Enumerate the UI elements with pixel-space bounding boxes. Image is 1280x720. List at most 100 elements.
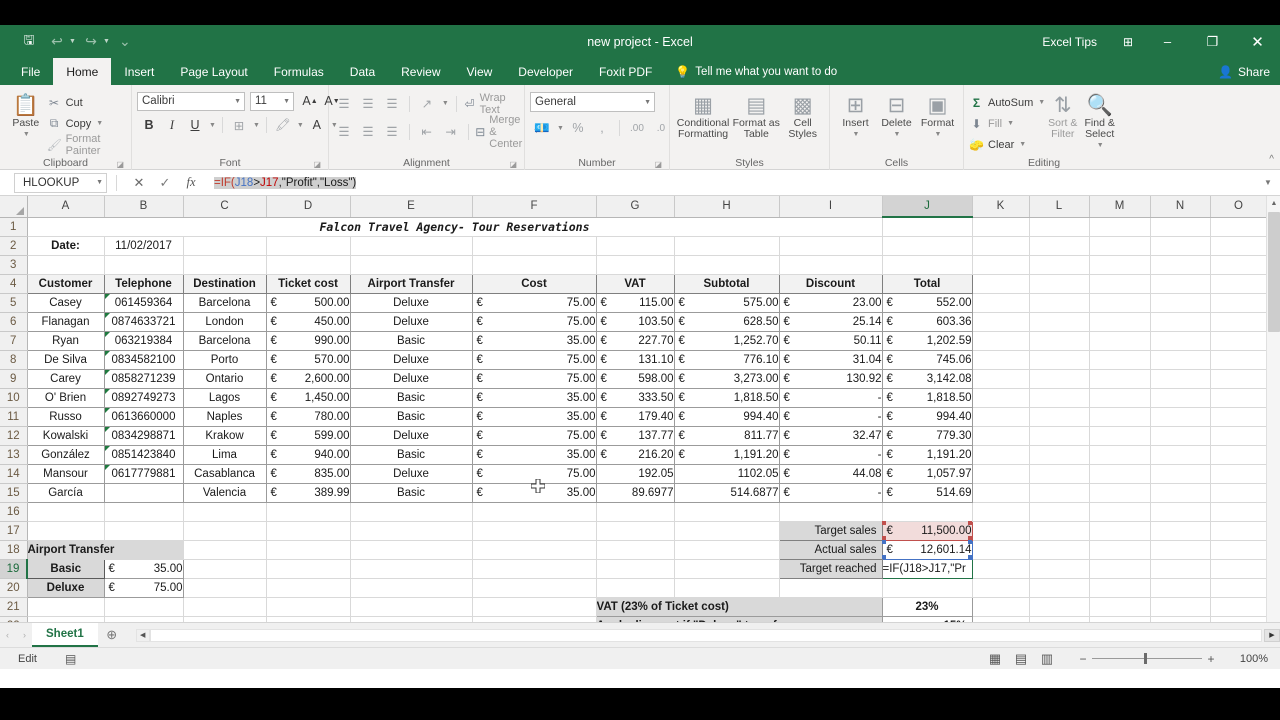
tell-me-search[interactable]: 💡 Tell me what you want to do xyxy=(665,58,847,85)
cell-I2[interactable] xyxy=(779,236,883,256)
cell-O9[interactable] xyxy=(1210,369,1268,389)
cell-telephone-7[interactable]: 063219384 xyxy=(103,330,184,351)
cell-M12[interactable] xyxy=(1089,426,1151,446)
cell-G2[interactable] xyxy=(596,236,675,256)
font-size-input[interactable]: 11 ▼ xyxy=(250,91,294,111)
insert-cells-button[interactable]: ⊞ Insert ▼ xyxy=(835,90,876,140)
cell-O2[interactable] xyxy=(1210,236,1268,256)
cell-A3[interactable] xyxy=(27,255,105,275)
add-sheet-icon[interactable]: ⊕ xyxy=(98,623,126,647)
normal-view-icon[interactable]: ▦ xyxy=(982,649,1008,669)
conditional-formatting-button[interactable]: ▦ Conditional Formatting xyxy=(675,90,731,140)
column-header-O[interactable]: O xyxy=(1210,196,1268,218)
cell-destination-5[interactable]: Barcelona xyxy=(182,292,267,313)
cell-L5[interactable] xyxy=(1029,293,1090,313)
column-header-K[interactable]: K xyxy=(972,196,1030,218)
cell-O7[interactable] xyxy=(1210,331,1268,351)
cell-discount-13[interactable]: € - xyxy=(778,444,883,465)
cell-subtotal-15[interactable]: 514.6877 xyxy=(673,482,780,503)
cell-K18[interactable] xyxy=(972,540,1030,560)
table-header-B[interactable]: Telephone xyxy=(103,273,184,294)
column-header-N[interactable]: N xyxy=(1150,196,1211,218)
cell-K20[interactable] xyxy=(972,578,1030,598)
align-center-icon[interactable]: ☰ xyxy=(358,122,378,142)
number-dialog-launcher-icon[interactable]: ◪ xyxy=(654,160,662,169)
cell-K12[interactable] xyxy=(972,426,1030,446)
cell-L12[interactable] xyxy=(1029,426,1090,446)
row-header-22[interactable]: 22 xyxy=(0,616,28,622)
page-break-view-icon[interactable]: ▥ xyxy=(1034,649,1060,669)
actual-sales-value-handle[interactable] xyxy=(882,540,886,544)
cell-customer-13[interactable]: González xyxy=(26,444,105,465)
cell-O13[interactable] xyxy=(1210,445,1268,465)
undo-dropdown-icon[interactable]: ▼ xyxy=(69,38,76,45)
cell-N14[interactable] xyxy=(1150,464,1211,484)
cell-M17[interactable] xyxy=(1089,521,1151,541)
row-header-10[interactable]: 10 xyxy=(0,388,28,408)
cell-cost-9[interactable]: €75.00 xyxy=(471,368,597,389)
clipboard-dialog-launcher-icon[interactable]: ◪ xyxy=(116,160,124,169)
cell-K2[interactable] xyxy=(972,236,1030,256)
cell-C22[interactable] xyxy=(183,616,267,622)
insert-dropdown-icon[interactable]: ▼ xyxy=(853,129,860,140)
cell-airport-transfer-5[interactable]: Deluxe xyxy=(349,292,473,313)
scroll-up-icon[interactable]: ▲ xyxy=(1267,196,1280,211)
column-header-F[interactable]: F xyxy=(472,196,597,218)
table-header-E[interactable]: Airport Transfer xyxy=(349,273,473,294)
cell-O11[interactable] xyxy=(1210,407,1268,427)
cell-D16[interactable] xyxy=(266,502,351,522)
cell-C17[interactable] xyxy=(183,521,267,541)
cell-M22[interactable] xyxy=(1089,616,1151,622)
cell-N16[interactable] xyxy=(1150,502,1211,522)
restore-button[interactable]: ❐ xyxy=(1190,25,1235,58)
tab-page-layout[interactable]: Page Layout xyxy=(167,58,260,85)
cell-N22[interactable] xyxy=(1150,616,1211,622)
cell-N19[interactable] xyxy=(1150,559,1211,579)
cell-total-8[interactable]: €745.06 xyxy=(881,349,973,370)
cell-F3[interactable] xyxy=(472,255,597,275)
cell-O14[interactable] xyxy=(1210,464,1268,484)
cell-M9[interactable] xyxy=(1089,369,1151,389)
cell-airport-transfer-11[interactable]: Basic xyxy=(349,406,473,427)
target-reached-label[interactable]: Target reached xyxy=(778,558,883,579)
cell-discount-14[interactable]: €44.08 xyxy=(778,463,883,484)
cell-cost-7[interactable]: €35.00 xyxy=(471,330,597,351)
cell-O10[interactable] xyxy=(1210,388,1268,408)
cell-total-10[interactable]: €1,818.50 xyxy=(881,387,973,408)
cell-H20[interactable] xyxy=(674,578,780,598)
table-header-D[interactable]: Ticket cost xyxy=(265,273,351,294)
cell-N11[interactable] xyxy=(1150,407,1211,427)
cell-styles-button[interactable]: ▩ Cell Styles xyxy=(781,90,824,140)
enter-formula-button[interactable]: ✓ xyxy=(152,173,178,193)
font-dialog-launcher-icon[interactable]: ◪ xyxy=(313,160,321,169)
orientation-icon[interactable]: ↗ xyxy=(417,94,437,114)
cell-K15[interactable] xyxy=(972,483,1030,503)
cell-discount-15[interactable]: € - xyxy=(778,482,883,503)
cell-N13[interactable] xyxy=(1150,445,1211,465)
lookup-title[interactable]: Airport Transfer xyxy=(27,540,184,560)
cell-vat-7[interactable]: €227.70 xyxy=(595,330,675,351)
cell-O5[interactable] xyxy=(1210,293,1268,313)
cell-L4[interactable] xyxy=(1029,274,1090,294)
paste-button[interactable]: 📋 Paste ▼ xyxy=(5,90,47,140)
select-all-corner[interactable] xyxy=(0,196,28,218)
tab-home[interactable]: Home xyxy=(53,58,112,85)
row-header-9[interactable]: 9 xyxy=(0,369,28,389)
cell-G17[interactable] xyxy=(596,521,675,541)
cell-total-14[interactable]: €1,057.97 xyxy=(881,463,973,484)
cell-F22[interactable] xyxy=(472,616,597,622)
row-header-7[interactable]: 7 xyxy=(0,331,28,351)
cell-total-9[interactable]: €3,142.08 xyxy=(881,368,973,389)
cell-L1[interactable] xyxy=(1029,217,1090,237)
column-header-D[interactable]: D xyxy=(266,196,351,218)
cell-ticket-cost-5[interactable]: €500.00 xyxy=(265,292,351,313)
cell-destination-13[interactable]: Lima xyxy=(182,444,267,465)
cell-L20[interactable] xyxy=(1029,578,1090,598)
cell-total-5[interactable]: €552.00 xyxy=(881,292,973,313)
cell-cost-6[interactable]: €75.00 xyxy=(471,311,597,332)
cell-airport-transfer-6[interactable]: Deluxe xyxy=(349,311,473,332)
page-layout-view-icon[interactable]: ▤ xyxy=(1008,649,1034,669)
cell-D18[interactable] xyxy=(266,540,351,560)
row-header-13[interactable]: 13 xyxy=(0,445,28,465)
orientation-dropdown-icon[interactable]: ▼ xyxy=(442,100,449,107)
